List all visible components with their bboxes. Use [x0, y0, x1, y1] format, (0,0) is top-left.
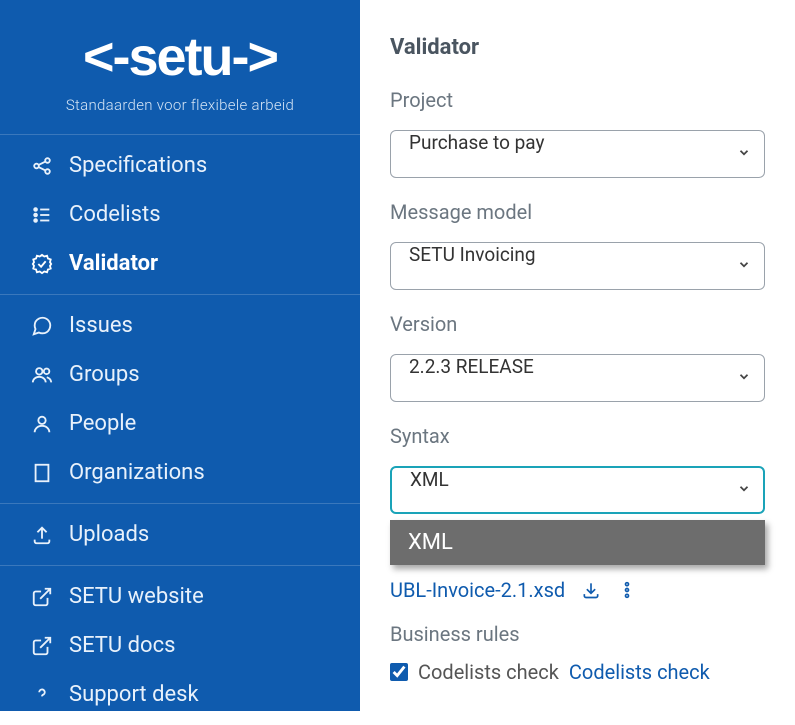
sidebar-item-label: Uploads	[69, 522, 149, 547]
sidebar-item-organizations[interactable]: Organizations	[0, 448, 360, 497]
xml-schema-file-link[interactable]: UBL-Invoice-2.1.xsd	[390, 578, 565, 602]
version-select[interactable]: 2.2.3 RELEASE	[390, 354, 765, 402]
message-model-select[interactable]: SETU Invoicing	[390, 242, 765, 290]
project-select-wrap: Purchase to pay	[390, 130, 765, 178]
sidebar-item-label: Codelists	[69, 202, 161, 227]
syntax-option-xml[interactable]: XML	[390, 520, 765, 565]
syntax-dropdown-popup: XML	[390, 520, 765, 565]
more-vertical-icon[interactable]	[617, 580, 637, 600]
sidebar-item-validator[interactable]: Validator	[0, 239, 360, 288]
sidebar-item-support-desk[interactable]: Support desk	[0, 670, 360, 719]
list-icon	[30, 203, 54, 227]
business-rules-label: Business rules	[390, 622, 765, 646]
sidebar-item-label: Support desk	[69, 682, 199, 707]
codelists-check-checkbox[interactable]	[390, 663, 408, 681]
sidebar-item-label: Organizations	[69, 460, 205, 485]
help-icon	[30, 683, 54, 707]
external-link-icon	[30, 585, 54, 609]
sidebar-item-specifications[interactable]: Specifications	[0, 141, 360, 190]
sidebar-item-label: SETU website	[69, 584, 204, 609]
sidebar-item-codelists[interactable]: Codelists	[0, 190, 360, 239]
sidebar-item-label: Issues	[69, 313, 133, 338]
sidebar-item-groups[interactable]: Groups	[0, 350, 360, 399]
syntax-select-wrap: XML	[390, 466, 765, 514]
sidebar-group: Issues Groups People Organizations	[0, 294, 360, 503]
brand-block: <-setu-> Standaarden voor flexibele arbe…	[0, 20, 360, 134]
sidebar-item-label: Groups	[69, 362, 140, 387]
project-select[interactable]: Purchase to pay	[390, 130, 765, 178]
external-link-icon	[30, 634, 54, 658]
codelists-check-link[interactable]: Codelists check	[569, 660, 710, 684]
building-icon	[30, 461, 54, 485]
chat-icon	[30, 314, 54, 338]
brand-tagline: Standaarden voor flexibele arbeid	[66, 96, 294, 114]
sidebar-item-setu-website[interactable]: SETU website	[0, 572, 360, 621]
sidebar-item-uploads[interactable]: Uploads	[0, 510, 360, 559]
codelists-check-label: Codelists check	[418, 660, 559, 684]
sidebar-group: Uploads	[0, 503, 360, 565]
sidebar-group: SETU website SETU docs Support desk	[0, 565, 360, 725]
codelists-check-row: Codelists check Codelists check	[390, 660, 765, 684]
download-icon[interactable]	[581, 580, 601, 600]
sidebar-item-label: People	[69, 411, 136, 436]
sidebar: <-setu-> Standaarden voor flexibele arbe…	[0, 0, 360, 711]
project-label: Project	[390, 88, 765, 112]
sidebar-item-label: Specifications	[69, 153, 207, 178]
xml-schema-row: UBL-Invoice-2.1.xsd	[390, 578, 765, 602]
share-icon	[30, 154, 54, 178]
version-label: Version	[390, 312, 765, 336]
syntax-select[interactable]: XML	[390, 466, 765, 514]
message-model-label: Message model	[390, 200, 765, 224]
check-badge-icon	[30, 252, 54, 276]
brand-logo: <-setu->	[83, 30, 277, 84]
page-title: Validator	[390, 35, 765, 60]
sidebar-item-issues[interactable]: Issues	[0, 301, 360, 350]
sidebar-item-setu-docs[interactable]: SETU docs	[0, 621, 360, 670]
sidebar-item-label: Validator	[69, 251, 158, 276]
sidebar-item-people[interactable]: People	[0, 399, 360, 448]
syntax-label: Syntax	[390, 424, 765, 448]
upload-icon	[30, 523, 54, 547]
main-content: Validator Project Purchase to pay Messag…	[360, 0, 795, 711]
message-model-select-wrap: SETU Invoicing	[390, 242, 765, 290]
person-icon	[30, 412, 54, 436]
version-select-wrap: 2.2.3 RELEASE	[390, 354, 765, 402]
sidebar-group: Specifications Codelists Validator	[0, 134, 360, 294]
users-icon	[30, 363, 54, 387]
sidebar-item-label: SETU docs	[69, 633, 175, 658]
